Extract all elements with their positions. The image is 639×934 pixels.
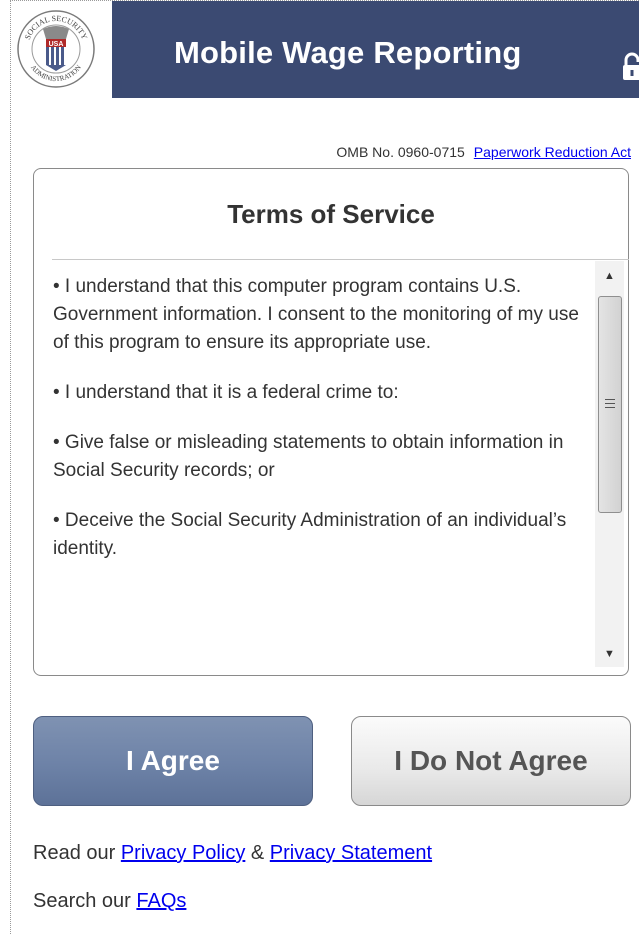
faq-prefix: Search our — [33, 890, 137, 912]
faq-line: Search our FAQs — [33, 890, 186, 913]
terms-paragraph: • Deceive the Social Security Administra… — [53, 510, 567, 559]
terms-paragraph: • I understand that it is a federal crim… — [53, 382, 399, 403]
title-banner: Mobile Wage Reporting — [112, 1, 639, 98]
privacy-line: Read our Privacy Policy & Privacy Statem… — [33, 842, 432, 865]
page-frame-left — [10, 0, 11, 934]
lock-icon — [623, 52, 639, 80]
disagree-button[interactable]: I Do Not Agree — [351, 716, 631, 806]
terms-paragraph: • Give false or misleading statements to… — [53, 432, 564, 481]
scroll-grip-icon — [605, 399, 615, 408]
terms-divider — [52, 259, 629, 260]
privacy-statement-link[interactable]: Privacy Statement — [270, 842, 432, 864]
omb-number: OMB No. 0960-0715 — [336, 144, 465, 160]
privacy-prefix: Read our — [33, 842, 121, 864]
omb-line: OMB No. 0960-0715 Paperwork Reduction Act — [336, 144, 631, 160]
scroll-up-arrow-icon[interactable]: ▲ — [595, 263, 624, 289]
terms-of-service-panel: Terms of Service • I understand that thi… — [33, 168, 629, 676]
header: SOCIAL SECURITY ADMINISTRATION USA Mobil… — [11, 1, 639, 98]
faqs-link[interactable]: FAQs — [136, 890, 186, 912]
scroll-thumb[interactable] — [598, 296, 622, 513]
terms-scrollbar[interactable]: ▲ ▼ — [595, 261, 624, 667]
terms-title: Terms of Service — [227, 199, 435, 229]
paperwork-reduction-act-link[interactable]: Paperwork Reduction Act — [474, 144, 631, 160]
terms-scroll-area[interactable]: • I understand that this computer progra… — [53, 273, 593, 671]
agree-button[interactable]: I Agree — [33, 716, 313, 806]
terms-paragraph: • I understand that this computer progra… — [53, 276, 579, 353]
page-title: Mobile Wage Reporting — [174, 35, 522, 70]
privacy-policy-link[interactable]: Privacy Policy — [121, 842, 245, 864]
privacy-joiner: & — [245, 842, 270, 864]
scroll-down-arrow-icon[interactable]: ▼ — [595, 641, 624, 667]
logo-center-text: USA — [49, 41, 64, 48]
ssa-seal-logo: SOCIAL SECURITY ADMINISTRATION USA — [17, 10, 95, 88]
